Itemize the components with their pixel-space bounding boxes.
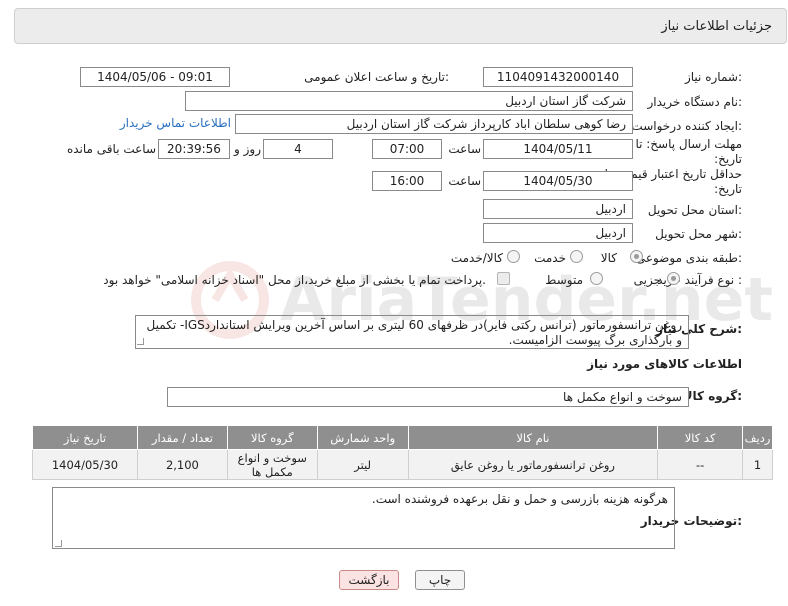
description-text: روغن ترانسفورماتور (ترانس رکتی فایر)در ظ… [146, 318, 682, 347]
page-title: جزئیات اطلاعات نیاز [661, 19, 772, 34]
treasury-payment-note: پرداخت تمام یا بخشی از مبلغ خرید،از محل … [103, 273, 486, 287]
category-option-goods: کالا [600, 251, 617, 265]
days-label: روز و [234, 142, 261, 156]
days-remaining-field: 4 [263, 139, 333, 159]
deadline-time-field: 07:00 [372, 139, 442, 159]
cell-code: -- [657, 449, 744, 480]
validity-time-field: 16:00 [372, 171, 442, 191]
category-option-goods-service: کالا/خدمت [450, 251, 503, 265]
category-option-service: خدمت [534, 251, 566, 265]
category-radio-goods[interactable] [630, 250, 643, 263]
province-label: استان محل تحویل: [647, 203, 742, 217]
notes-resize-handle-icon[interactable] [55, 540, 62, 547]
col-qty: تعداد / مقدار [136, 425, 228, 450]
page-header: جزئیات اطلاعات نیاز [14, 8, 787, 44]
col-group: گروه کالا [226, 425, 318, 450]
buyer-notes-text: هرگونه هزینه بازرسی و حمل و نقل برعهده ف… [371, 492, 668, 506]
description-textarea[interactable]: روغن ترانسفورماتور (ترانس رکتی فایر)در ظ… [135, 315, 689, 349]
process-option-minor: جزیی [633, 273, 661, 287]
need-number-label: شماره نیاز: [684, 70, 742, 84]
requester-field: رضا کوهی سلطان اباد کارپرداز شرکت گاز اس… [235, 114, 633, 134]
print-button[interactable]: چاپ [415, 570, 465, 590]
category-label: طبقه بندی موضوعی: [635, 251, 742, 265]
category-radio-service[interactable] [570, 250, 583, 263]
announce-date-label: تاریخ و ساعت اعلان عمومی: [304, 70, 449, 84]
goods-table: ردیف کد کالا نام کالا واحد شمارش گروه کا… [32, 425, 773, 480]
goods-group-field: سوخت و انواع مکمل ها [167, 387, 689, 407]
goods-table-header: ردیف کد کالا نام کالا واحد شمارش گروه کا… [32, 425, 773, 450]
cell-date: 1404/05/30 [32, 449, 138, 480]
deadline-time-label: ساعت [448, 142, 481, 156]
process-option-medium: متوسط [545, 273, 583, 287]
deadline-label: مهلت ارسال پاسخ: تا تاریخ: [635, 137, 742, 166]
buyer-org-field: شرکت گاز استان اردبیل [185, 91, 633, 111]
cell-row: 1 [742, 449, 773, 480]
city-field: اردبیل [483, 223, 633, 243]
remaining-time-label: ساعت باقی مانده [66, 142, 156, 156]
cell-group: سوخت و انواع مکمل ها [226, 449, 318, 480]
validity-date-field: 1404/05/30 [483, 171, 633, 191]
treasury-payment-checkbox[interactable] [497, 272, 510, 285]
col-code: کد کالا [657, 425, 744, 450]
deadline-date-field: 1404/05/11 [483, 139, 633, 159]
col-date: تاریخ نیاز [32, 425, 138, 450]
province-field: اردبیل [483, 199, 633, 219]
validity-time-label: ساعت [448, 174, 481, 188]
back-button[interactable]: بازگشت [339, 570, 399, 590]
process-radio-minor[interactable] [667, 272, 680, 285]
goods-group-label: گروه کالا: [683, 389, 742, 403]
cell-qty: 2,100 [136, 449, 228, 480]
resize-handle-icon[interactable] [137, 338, 144, 345]
need-number-field: 1104091432000140 [483, 67, 633, 87]
announce-date-field: 1404/05/06 - 09:01 [80, 67, 230, 87]
col-unit: واحد شمارش [316, 425, 409, 450]
city-label: شهر محل تحویل: [655, 227, 742, 241]
buyer-notes-textarea[interactable]: هرگونه هزینه بازرسی و حمل و نقل برعهده ف… [52, 487, 675, 549]
buyer-contact-link[interactable]: اطلاعات تماس خریدار [120, 116, 231, 130]
category-radio-goods-service[interactable] [507, 250, 520, 263]
remaining-time-field: 20:39:56 [158, 139, 230, 159]
col-row: ردیف [742, 425, 773, 450]
goods-section-title: اطلاعات کالاهای مورد نیاز [587, 357, 742, 371]
cell-name: روغن ترانسفورماتور یا روغن عایق [407, 449, 659, 480]
col-name: نام کالا [407, 425, 659, 450]
process-radio-medium[interactable] [590, 272, 603, 285]
table-row: 1 -- روغن ترانسفورماتور یا روغن عایق لیت… [32, 449, 773, 480]
requester-label: ایجاد کننده درخواست: [631, 119, 742, 133]
cell-unit: لیتر [316, 449, 409, 480]
buyer-org-label: نام دستگاه خریدار: [647, 95, 743, 109]
